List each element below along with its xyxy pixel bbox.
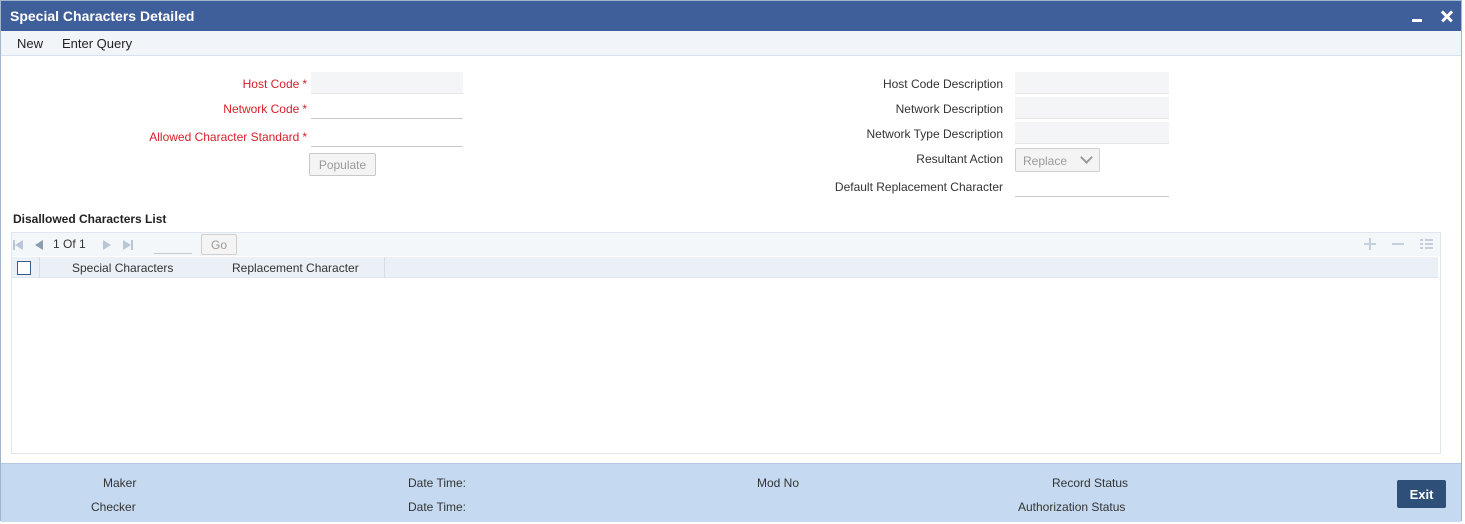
column-replacement-character[interactable]: Replacement Character [232,261,359,275]
allowed-character-standard-input[interactable] [311,125,463,147]
default-replacement-character-label: Default Replacement Character [834,180,1003,194]
disallowed-characters-list-title: Disallowed Characters List [13,212,167,226]
title-bar: Special Characters Detailed [1,1,1461,31]
host-code-label: Host Code * [97,77,307,91]
exit-button[interactable]: Exit [1397,480,1446,508]
checker-date-time-label: Date Time: [408,500,467,514]
audit-footer: Maker Checker Date Time: Date Time: Mod … [1,463,1461,522]
current-page: 1 [53,237,60,251]
network-description-label: Network Description [895,102,1003,116]
special-characters-window: Special Characters Detailed New Enter Qu… [0,0,1462,522]
network-type-description-label: Network Type Description [866,127,1004,141]
menu-new[interactable]: New [17,36,43,51]
default-replacement-character-input[interactable] [1015,175,1169,197]
delete-row-icon[interactable] [1392,238,1405,251]
required-marker: * [302,130,307,144]
menu-enter-query[interactable]: Enter Query [62,36,132,51]
column-special-characters[interactable]: Special Characters [72,261,173,275]
first-page-icon[interactable] [13,240,23,250]
host-code-description-field [1015,72,1169,94]
last-page-icon[interactable] [123,240,133,250]
page-number-input[interactable] [154,235,192,254]
network-code-input[interactable] [311,97,463,119]
header-divider [39,257,40,278]
add-row-icon[interactable] [1364,238,1377,251]
pagination-text: 1 Of 1 [53,237,86,251]
chevron-down-icon [1080,151,1093,164]
host-code-description-label: Host Code Description [882,77,1003,91]
single-view-icon[interactable] [1420,238,1433,251]
resultant-action-value: Replace [1023,154,1068,168]
maker-label: Maker [103,476,137,490]
close-icon[interactable] [1437,5,1457,27]
checker-label: Checker [91,500,136,514]
resultant-action-select[interactable]: Replace [1015,148,1100,172]
next-page-icon[interactable] [103,240,111,250]
record-status-label: Record Status [1052,476,1129,490]
allowed-character-standard-label: Allowed Character Standard * [47,130,307,144]
required-marker: * [302,77,307,91]
select-all-checkbox[interactable] [17,261,31,275]
resultant-action-label: Resultant Action [916,152,1003,166]
window-title: Special Characters Detailed [10,8,195,24]
populate-button[interactable]: Populate [309,153,376,176]
network-description-field [1015,97,1169,119]
menu-bar: New Enter Query [1,31,1461,56]
host-code-label-text: Host Code [242,77,300,91]
total-pages: 1 [79,237,86,251]
grid-toolbar: 1 Of 1 Go [12,233,1440,256]
grid-header: Special Characters Replacement Character [12,257,1438,278]
allowed-character-standard-label-text: Allowed Character Standard [149,130,300,144]
disallowed-characters-grid: 1 Of 1 Go Special Characters Replacement… [11,232,1441,454]
network-code-label: Network Code * [97,102,307,116]
minimize-icon[interactable] [1407,5,1427,27]
mod-no-label: Mod No [757,476,800,490]
network-code-label-text: Network Code [223,102,300,116]
host-code-input[interactable] [311,72,463,94]
of-label: Of [63,237,76,251]
authorization-status-label: Authorization Status [1018,500,1126,514]
maker-date-time-label: Date Time: [408,476,467,490]
required-marker: * [302,102,307,116]
header-divider [384,257,385,278]
go-button[interactable]: Go [201,234,237,255]
prev-page-icon[interactable] [35,240,43,250]
network-type-description-field [1015,122,1169,144]
